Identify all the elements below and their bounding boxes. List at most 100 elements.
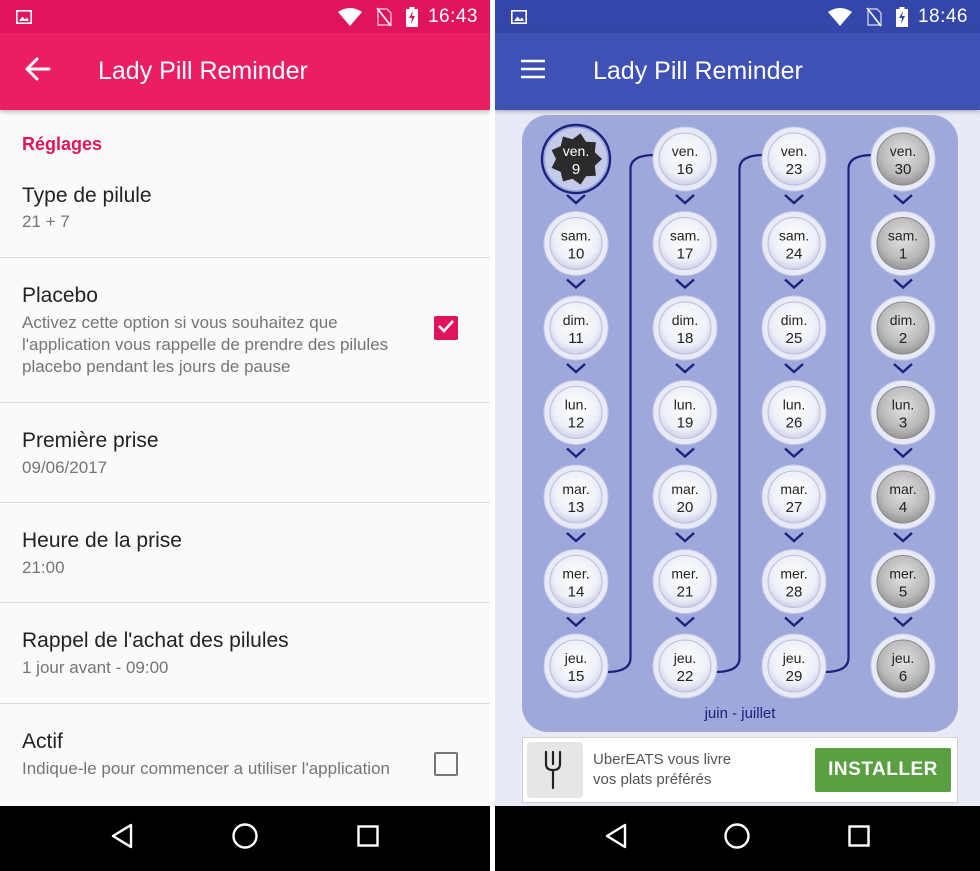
pill-mer-14[interactable]: mer. 14: [543, 549, 609, 614]
pref-title: Rappel de l'achat des pilules: [22, 629, 289, 652]
clock: 16:43: [427, 5, 478, 27]
pill-date-label: 18: [677, 330, 694, 347]
pref-intake-time[interactable]: Heure de la prise 21:00: [0, 503, 490, 603]
pill-mer-5[interactable]: mer. 5: [870, 549, 936, 614]
no-sim-icon: [866, 7, 882, 27]
pref-first-intake[interactable]: Première prise 09/06/2017: [0, 403, 490, 503]
pill-sam-10[interactable]: sam. 10: [543, 211, 609, 276]
pref-title: Placebo: [22, 284, 98, 307]
pill-day-label: jeu.: [782, 650, 806, 666]
settings-list: Réglages Type de pilule 21 + 7 Placebo A…: [0, 110, 490, 806]
pill-dim-11[interactable]: dim. 11: [543, 295, 609, 361]
pill-ven-23[interactable]: ven. 23: [761, 126, 827, 192]
pill-dim-18[interactable]: dim. 18: [652, 295, 718, 361]
pref-summary: Activez cette option si vous souhaitez q…: [22, 313, 389, 376]
pill-date-label: 13: [568, 499, 585, 516]
back-triangle-icon: [604, 823, 628, 854]
pill-day-label: mer.: [780, 566, 807, 582]
pill-jeu-6[interactable]: jeu. 6: [870, 633, 936, 699]
pill-mar-27[interactable]: mar. 27: [761, 464, 827, 530]
pill-date-label: 3: [899, 415, 907, 432]
pref-placebo[interactable]: Placebo Activez cette option si vous sou…: [0, 258, 490, 403]
nav-home-button[interactable]: [707, 809, 767, 869]
nav-recents-button[interactable]: [338, 809, 398, 869]
pill-lun-19[interactable]: lun. 19: [652, 380, 718, 445]
pill-day-label: sam.: [888, 228, 918, 244]
nav-home-button[interactable]: [215, 809, 275, 869]
chevron-down-icon: [893, 447, 913, 459]
calendar-screen: 18:46 Lady Pill Reminder ven. 9 sam. 10 …: [495, 0, 980, 871]
chevron-down-icon: [566, 278, 586, 290]
pref-title: Heure de la prise: [22, 529, 182, 552]
pill-date-label: 15: [568, 668, 585, 685]
pill-date-label: 6: [899, 668, 907, 685]
pill-mar-20[interactable]: mar. 20: [652, 464, 718, 530]
navigation-bar: [495, 806, 980, 871]
pill-sam-1[interactable]: sam. 1: [870, 211, 936, 276]
pill-date-label: 2: [899, 330, 907, 347]
pref-purchase-reminder[interactable]: Rappel de l'achat des pilules 1 jour ava…: [0, 603, 490, 704]
chevron-down-icon: [675, 278, 695, 290]
pref-summary: 1 jour avant - 09:00: [22, 658, 169, 677]
pill-day-label: mar.: [780, 481, 807, 497]
pill-lun-3[interactable]: lun. 3: [870, 380, 936, 445]
pill-date-label: 29: [786, 668, 803, 685]
pill-date-label: 10: [568, 246, 585, 263]
pill-day-label: ven.: [563, 143, 589, 159]
pill-day-label: sam.: [561, 228, 591, 244]
pill-day-label: jeu.: [564, 650, 588, 666]
image-notification-icon: [511, 9, 527, 24]
pill-lun-12[interactable]: lun. 12: [543, 380, 609, 445]
pill-date-label: 1: [899, 246, 907, 263]
pill-jeu-29[interactable]: jeu. 29: [761, 633, 827, 699]
pill-mer-21[interactable]: mer. 21: [652, 549, 718, 614]
pref-title: Première prise: [22, 429, 159, 452]
status-bar: 18:46: [495, 0, 980, 33]
placebo-checkbox[interactable]: [434, 316, 458, 340]
menu-button[interactable]: [495, 33, 571, 110]
active-checkbox[interactable]: [434, 752, 458, 776]
pill-day-label: dim.: [890, 312, 916, 328]
app-bar: Lady Pill Reminder: [0, 33, 490, 110]
pill-mar-4[interactable]: mar. 4: [870, 464, 936, 530]
pill-day-label: mer.: [562, 566, 589, 582]
app-title: Lady Pill Reminder: [98, 57, 308, 85]
back-button[interactable]: [0, 33, 76, 110]
chevron-down-icon: [784, 616, 804, 628]
pill-sam-24[interactable]: sam. 24: [761, 211, 827, 276]
pill-ven-16[interactable]: ven. 16: [652, 126, 718, 192]
chevron-down-icon: [893, 532, 913, 543]
back-triangle-icon: [110, 823, 134, 854]
pill-mar-13[interactable]: mar. 13: [543, 464, 609, 530]
no-sim-icon: [376, 7, 392, 27]
pref-title: Actif: [22, 730, 63, 753]
chevron-down-icon: [784, 278, 804, 290]
nav-back-button[interactable]: [92, 809, 152, 869]
section-title: Réglages: [22, 134, 103, 154]
ad-banner[interactable]: UberEATS vous livre vos plats préférés I…: [522, 737, 958, 803]
pill-dim-2[interactable]: dim. 2: [870, 295, 936, 361]
pref-pill-type[interactable]: Type de pilule 21 + 7: [0, 170, 490, 258]
chevron-down-icon: [675, 532, 695, 543]
pref-summary: 21 + 7: [22, 212, 70, 231]
pill-day-label: mer.: [671, 566, 698, 582]
chevron-down-icon: [784, 447, 804, 459]
nav-back-button[interactable]: [586, 809, 646, 869]
pill-ven-9[interactable]: ven. 9: [540, 123, 612, 195]
pill-sam-17[interactable]: sam. 17: [652, 211, 718, 276]
chevron-down-icon: [675, 447, 695, 459]
pill-jeu-22[interactable]: jeu. 22: [652, 633, 718, 699]
ad-line-1: UberEATS vous livre: [593, 751, 732, 768]
install-button[interactable]: INSTALLER: [815, 748, 951, 792]
pill-mer-28[interactable]: mer. 28: [761, 549, 827, 614]
pref-active[interactable]: Actif Indique-le pour commencer a utilis…: [0, 704, 490, 806]
pill-jeu-15[interactable]: jeu. 15: [543, 633, 609, 699]
pill-connector-line: [605, 153, 656, 674]
nav-recents-button[interactable]: [829, 809, 889, 869]
pill-lun-26[interactable]: lun. 26: [761, 380, 827, 445]
chevron-down-icon: [893, 278, 913, 290]
pill-ven-30[interactable]: ven. 30: [870, 126, 936, 192]
wifi-icon: [337, 7, 362, 26]
chevron-down-icon: [566, 532, 586, 543]
pill-dim-25[interactable]: dim. 25: [761, 295, 827, 361]
